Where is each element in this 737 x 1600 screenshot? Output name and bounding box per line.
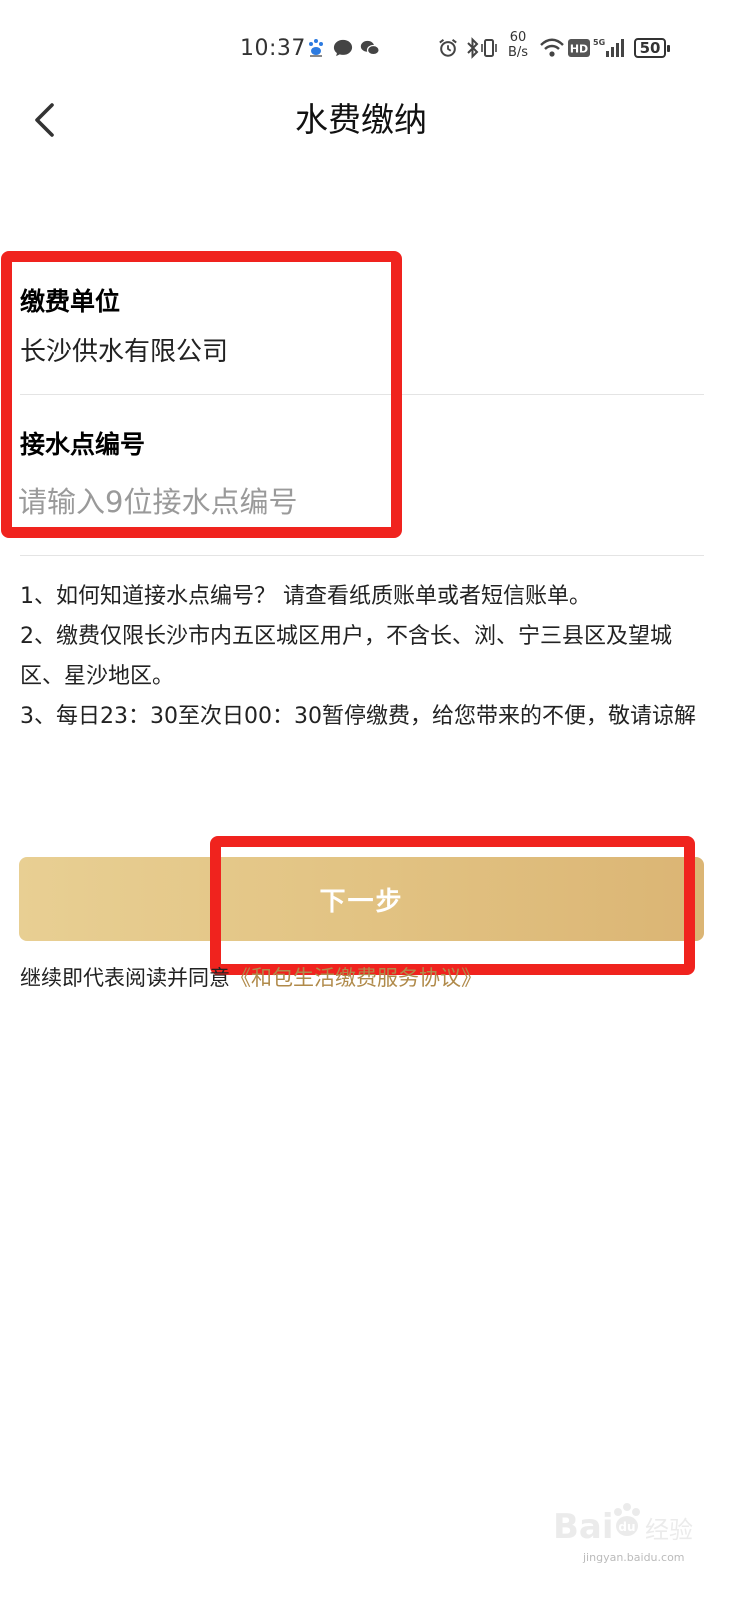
battery-icon: 50 (634, 38, 670, 58)
vibrate-icon (479, 38, 499, 58)
watermark-chinese: 经验 (645, 1516, 693, 1544)
service-agreement-link[interactable]: 《和包生活缴费服务协议》 (230, 966, 482, 990)
watermark-brand-suffix: du (618, 1520, 635, 1534)
svg-text:5G: 5G (593, 38, 605, 47)
svg-text:HD: HD (570, 43, 588, 56)
agreement-prefix: 继续即代表阅读并同意 (20, 966, 230, 990)
status-bar: 10:37 60 B/s HD 5G 50 (0, 0, 737, 95)
paw-icon (306, 38, 326, 58)
wechat-icon (360, 38, 380, 58)
alarm-icon (438, 38, 458, 58)
baidu-watermark-logo: Bai du 经验 (553, 1503, 693, 1547)
payment-unit-value: 长沙供水有限公司 (20, 337, 229, 367)
note-item: 3、每日23：30至次日00：30暂停缴费，给您带来的不便，敬请谅解 (20, 704, 696, 729)
next-step-button[interactable]: 下一步 (19, 857, 704, 941)
note-item: 1、如何知道接水点编号？ 请查看纸质账单或者短信账单。 (20, 584, 591, 609)
status-time: 10:37 (240, 36, 306, 61)
watermark-url: jingyan.baidu.com (583, 1551, 685, 1564)
water-point-number-label: 接水点编号 (20, 430, 146, 459)
agreement-text: 继续即代表阅读并同意《和包生活缴费服务协议》 (20, 962, 482, 992)
wifi-icon (539, 38, 565, 58)
back-button[interactable] (22, 98, 66, 142)
network-speed-value: 60 (509, 30, 527, 45)
page-title: 水费缴纳 (295, 100, 427, 139)
note-item: 2、缴费仅限长沙市内五区城区用户，不含长、浏、宁三县区及望城区、星沙地区。 (20, 624, 672, 689)
divider (20, 394, 704, 395)
hd-icon: HD (567, 38, 591, 58)
notes: 1、如何知道接水点编号？ 请查看纸质账单或者短信账单。 2、缴费仅限长沙市内五区… (20, 577, 710, 737)
message-icon (333, 38, 353, 58)
network-speed: 60 B/s (503, 30, 533, 60)
divider (20, 555, 704, 556)
water-point-number-input[interactable] (18, 480, 618, 524)
network-speed-unit: B/s (507, 45, 529, 60)
signal-5g-icon: 5G (593, 38, 627, 58)
chevron-left-icon (35, 103, 54, 137)
watermark-brand: Bai (553, 1507, 614, 1547)
payment-unit-label: 缴费单位 (20, 287, 121, 316)
